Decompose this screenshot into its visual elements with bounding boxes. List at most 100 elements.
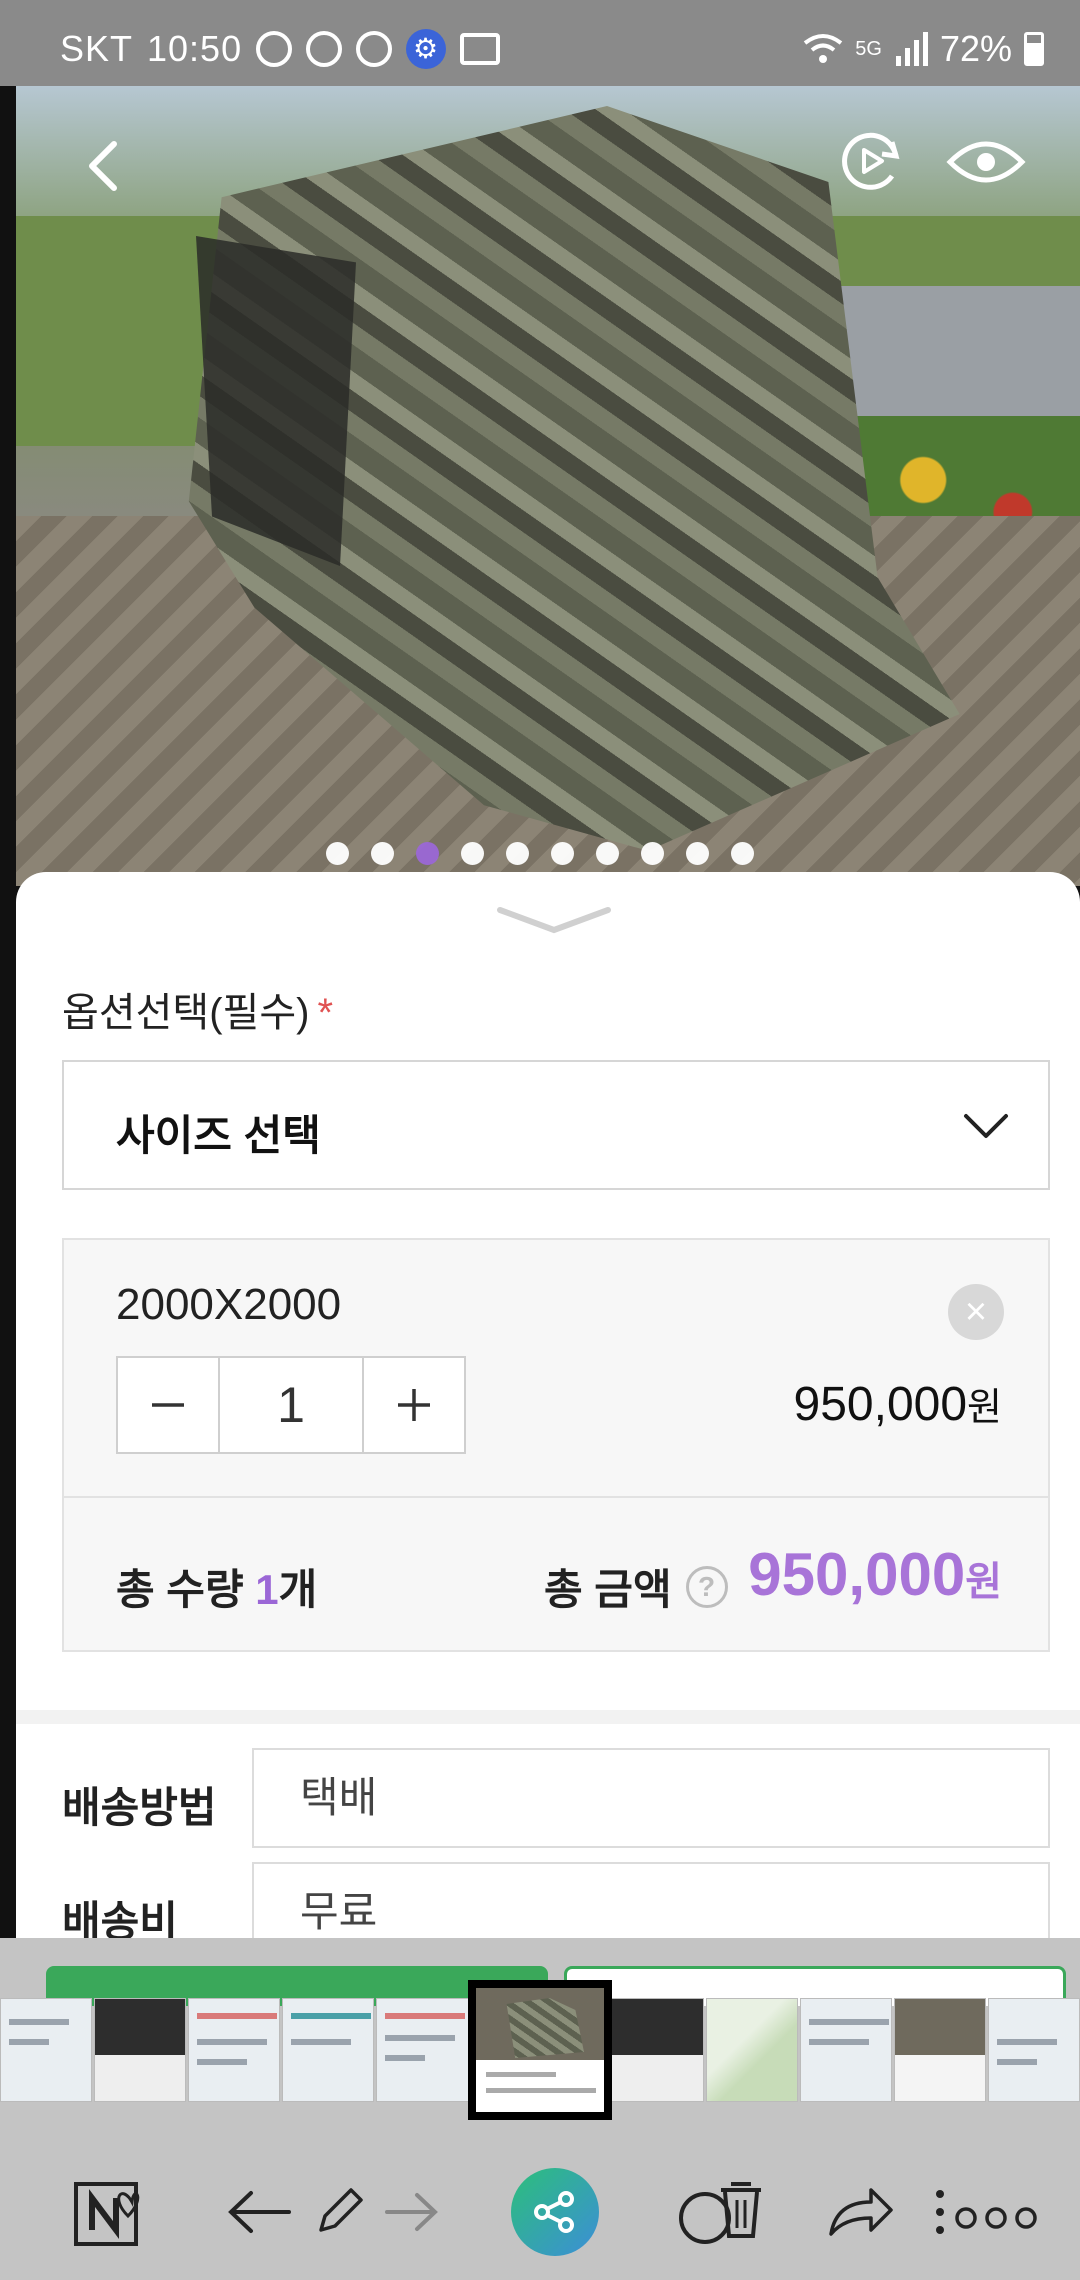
notification-icon [356, 31, 393, 67]
option-title-text: 옵션선택(필수) [62, 991, 310, 1035]
thumbnail-line [486, 2072, 556, 2077]
status-bar: SKT 10:50 ⚙ 5G 72% [0, 0, 1080, 86]
notification-icon [306, 31, 343, 67]
screenshot-thumbnail[interactable] [0, 1998, 93, 2102]
thumbnail-tent-image [506, 1998, 584, 2058]
gallery-icon [460, 33, 501, 65]
screenshot-thumbnail[interactable] [705, 1998, 798, 2102]
section-separator [16, 1710, 1080, 1724]
share-arrow-icon [829, 2188, 893, 2236]
page-dot[interactable] [551, 842, 574, 865]
purchase-sheet: 옵션선택(필수) * 사이즈 선택 2000X2000 × 1 950,000원 … [16, 872, 1080, 1938]
forward-button[interactable] [376, 2162, 446, 2262]
remove-option-button[interactable]: × [948, 1284, 1004, 1340]
sheet-collapse-handle[interactable] [494, 902, 614, 938]
shipping-fee-label: 배송비 [62, 1898, 178, 1938]
screenshot-thumbnail[interactable] [893, 1998, 986, 2102]
total-quantity-unit: 개 [278, 1566, 318, 1613]
page-dot[interactable] [731, 842, 754, 865]
help-icon[interactable]: ? [685, 1565, 728, 1608]
carrier: SKT [60, 28, 134, 69]
page-dot[interactable] [596, 842, 619, 865]
total-amount-label: 총 금액 [544, 1566, 672, 1613]
trash-icon [679, 2182, 761, 2244]
decrease-quantity-button[interactable] [118, 1358, 220, 1452]
signal-icon [895, 32, 928, 66]
back-button[interactable] [220, 2162, 300, 2262]
page-dot[interactable] [506, 842, 529, 865]
plus-icon [398, 1389, 430, 1421]
page-dot[interactable] [326, 842, 349, 865]
screenshot-thumbnail[interactable] [611, 1998, 704, 2102]
divider [64, 1496, 1048, 1498]
quantity-value[interactable]: 1 [220, 1358, 364, 1452]
shipping-method-row: 배송방법 택배 [62, 1748, 1050, 1848]
battery-percent: 72% [939, 28, 1012, 69]
increase-quantity-button[interactable] [364, 1358, 464, 1452]
arrow-left-icon [228, 2191, 291, 2233]
screenshot-thumbnail[interactable] [799, 1998, 892, 2102]
shipping-fee-value: 무료 [252, 1862, 1050, 1938]
clock: 10:50 [147, 28, 243, 69]
wifi-icon [804, 34, 843, 63]
screenshot-thumbnail[interactable] [94, 1998, 187, 2102]
eye-icon [946, 141, 1026, 183]
close-icon: × [964, 1291, 988, 1333]
total-amount-label-group: 총 금액 ? [544, 1556, 728, 1617]
screenshot-toolbar [0, 2152, 1080, 2280]
delete-button[interactable] [670, 2162, 770, 2262]
screenshot-thumbnail[interactable] [282, 1998, 375, 2102]
settings-icon: ⚙ [406, 29, 447, 69]
minus-icon [152, 1403, 184, 1407]
screenshot-thumbnail[interactable] [987, 1998, 1080, 2102]
size-select-label: 사이즈 선택 [116, 1112, 321, 1159]
option-price-value: 950,000 [793, 1378, 968, 1431]
status-right: 5G 72% [803, 28, 1044, 70]
more-icon [936, 2190, 1037, 2234]
shipping-method-label: 배송방법 [62, 1784, 217, 1831]
share-icon [511, 2168, 599, 2256]
forward-share-button[interactable] [820, 2162, 900, 2262]
total-amount-value: 950,000 [748, 1541, 966, 1608]
status-left: SKT 10:50 ⚙ [60, 28, 501, 70]
page-dot[interactable] [641, 842, 664, 865]
page-dot[interactable] [686, 842, 709, 865]
quantity-stepper: 1 [116, 1356, 466, 1454]
selected-screenshot-thumbnail[interactable] [468, 1980, 612, 2120]
option-price: 950,000원 [794, 1376, 1002, 1432]
edit-button[interactable] [304, 2162, 374, 2262]
option-section-title: 옵션선택(필수) * [62, 980, 333, 1038]
shipping-fee-row: 배송비 무료 [62, 1862, 1050, 1938]
page-dot[interactable] [461, 842, 484, 865]
chevron-down-icon [964, 1114, 1008, 1138]
product-photo[interactable] [16, 86, 1080, 886]
shipping-method-value: 택배 [252, 1748, 1050, 1848]
back-button[interactable] [76, 136, 136, 196]
naver-keep-button[interactable] [70, 2162, 170, 2262]
arrow-right-icon [385, 2193, 438, 2231]
total-quantity-label: 총 수량 [116, 1566, 244, 1613]
page-dot-active[interactable] [416, 842, 439, 865]
screenshot-thumbnail[interactable] [188, 1998, 281, 2102]
size-select[interactable]: 사이즈 선택 [62, 1060, 1050, 1190]
selected-option-card: 2000X2000 × 1 950,000원 총 수량 1개 총 금액 ? 95… [62, 1238, 1050, 1652]
more-options-button[interactable] [930, 2162, 1050, 2262]
thumbnail-line [486, 2088, 596, 2093]
view-360-button[interactable] [836, 126, 906, 196]
tent-door-image [196, 236, 356, 566]
view-button[interactable] [946, 130, 1026, 194]
chevron-down-icon [497, 907, 611, 934]
currency-unit: 원 [967, 1387, 1002, 1429]
battery-icon [1024, 32, 1044, 66]
notification-icon [256, 31, 293, 67]
share-button[interactable] [510, 2162, 600, 2262]
required-mark: * [317, 991, 334, 1035]
page-dot[interactable] [371, 842, 394, 865]
total-quantity: 총 수량 1개 [116, 1556, 317, 1617]
total-amount: 950,000원 [748, 1540, 1002, 1609]
image-pagination [0, 842, 1080, 865]
selected-option-name: 2000X2000 [116, 1280, 342, 1329]
rotate-play-icon [842, 132, 900, 190]
chevron-left-icon [89, 141, 117, 191]
screenshot-thumbnail[interactable] [376, 1998, 469, 2102]
